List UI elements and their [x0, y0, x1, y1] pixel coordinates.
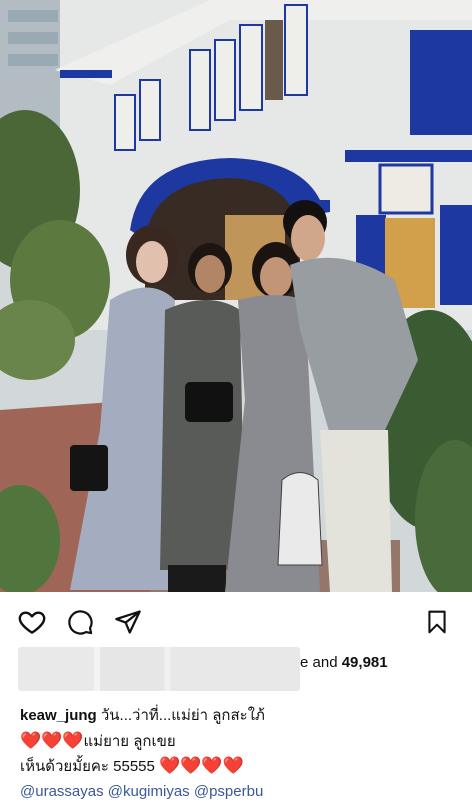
- post-caption: keaw_jung วัน...ว่าที่...แม่ย่า ลูกสะใภ้…: [20, 704, 460, 804]
- post-photo[interactable]: [0, 0, 472, 592]
- comment-bubble-icon: [66, 608, 94, 636]
- caption-text-2: แม่ยาย ลูกเขย: [84, 733, 176, 750]
- blurred-liker-avatars: [18, 647, 300, 691]
- likes-summary[interactable]: e and 49,981: [300, 653, 388, 673]
- caption-line-2: ❤️❤️❤️แม่ยาย ลูกเขย: [20, 729, 460, 755]
- post-photo-illustration: [0, 0, 472, 592]
- mention-link[interactable]: @urassayas: [20, 783, 104, 800]
- likes-row[interactable]: e and 49,981: [0, 645, 472, 693]
- caption-hearts-2: ❤️❤️❤️❤️: [159, 756, 244, 775]
- caption-text-3: เห็นด้วยมั้ยคะ 55555: [20, 758, 159, 775]
- caption-text-1: วัน...ว่าที่...แม่ย่า ลูกสะใภ้: [97, 707, 265, 724]
- comment-button[interactable]: [64, 606, 96, 638]
- like-button[interactable]: [16, 606, 48, 638]
- caption-line-1: keaw_jung วัน...ว่าที่...แม่ย่า ลูกสะใภ้: [20, 704, 460, 729]
- likes-count: 49,981: [342, 654, 388, 671]
- post-action-bar: [0, 600, 472, 644]
- paper-plane-icon: [114, 608, 142, 636]
- likes-prefix: e and: [300, 654, 342, 671]
- caption-hearts-1: ❤️❤️❤️: [20, 731, 84, 750]
- heart-outline-icon: [17, 607, 47, 637]
- caption-username[interactable]: keaw_jung: [20, 707, 97, 724]
- caption-line-3: เห็นด้วยมั้ยคะ 55555 ❤️❤️❤️❤️: [20, 754, 460, 780]
- mention-link[interactable]: @kugimiyas: [108, 783, 190, 800]
- share-button[interactable]: [112, 606, 144, 638]
- save-button[interactable]: [421, 606, 453, 638]
- caption-mentions: @urassayas @kugimiyas @psperbu: [20, 780, 460, 804]
- bookmark-icon: [424, 608, 450, 636]
- mention-link[interactable]: @psperbu: [194, 783, 263, 800]
